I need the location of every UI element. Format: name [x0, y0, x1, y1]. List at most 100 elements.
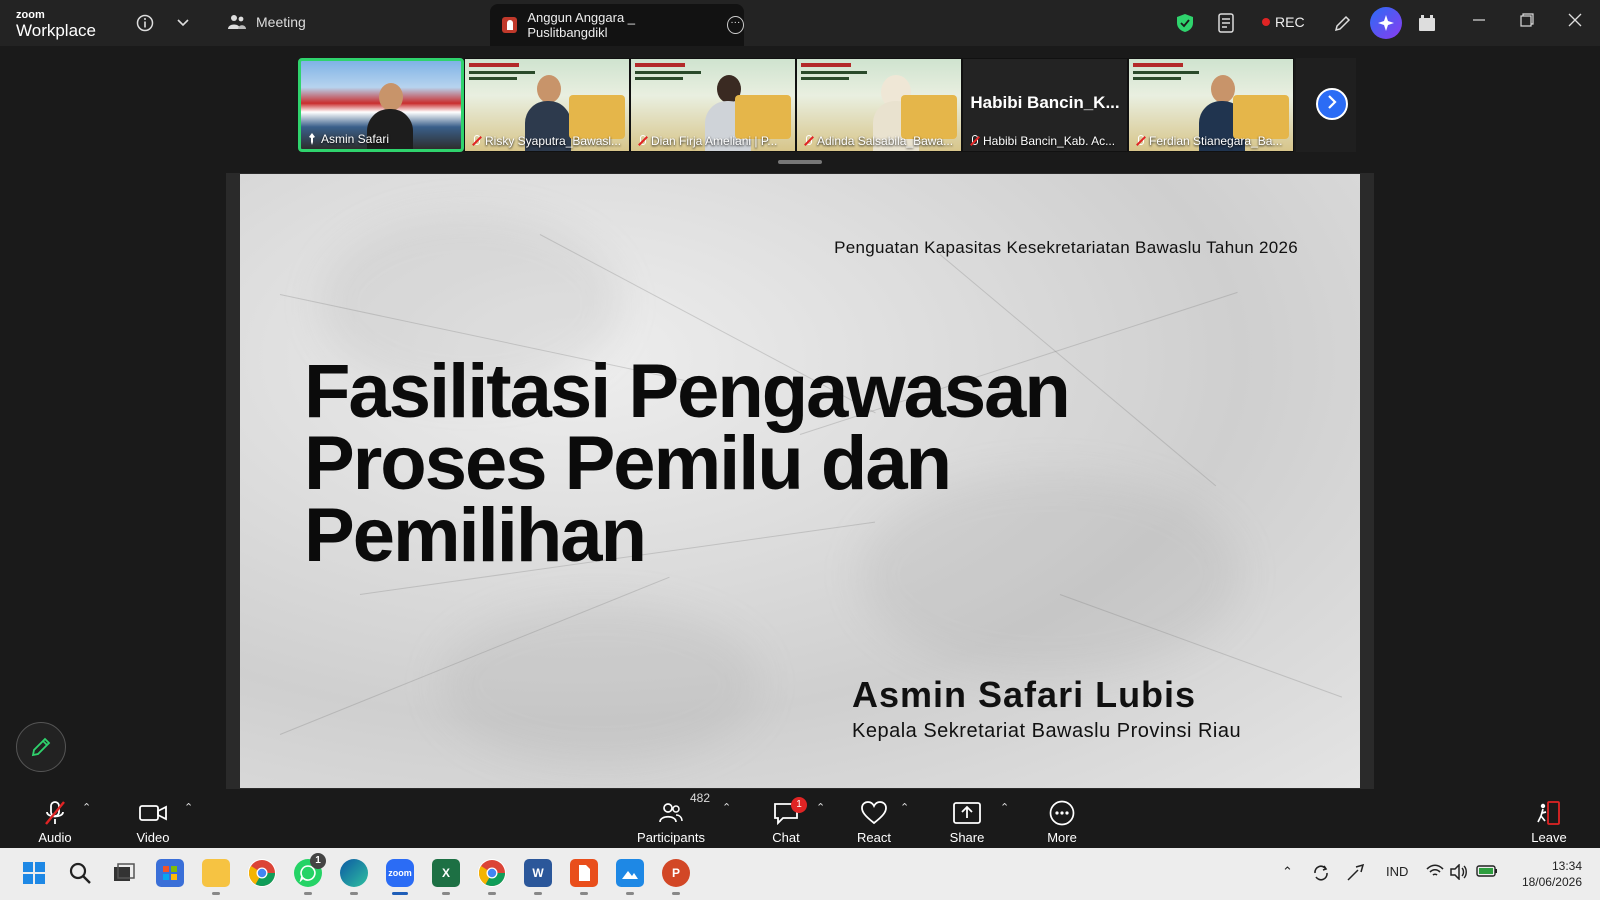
chat-label: Chat [772, 830, 800, 845]
notes-icon[interactable] [1216, 12, 1238, 34]
task-view-icon[interactable] [110, 859, 138, 887]
pdf-reader-icon[interactable] [570, 859, 598, 895]
strip-resize-handle[interactable] [778, 160, 822, 164]
language-indicator[interactable]: IND [1386, 864, 1408, 879]
chrome-icon[interactable] [248, 859, 276, 887]
annotate-button[interactable] [16, 722, 66, 772]
participants-options-caret-icon[interactable]: ⌃ [722, 801, 731, 814]
microsoft-store-icon[interactable] [156, 859, 184, 887]
file-explorer-icon[interactable] [202, 859, 230, 895]
video-tile[interactable]: Ferdian Stianegara_Ba... [1128, 58, 1294, 152]
powerpoint-icon[interactable]: P [662, 859, 690, 895]
recording-indicator[interactable]: REC [1262, 14, 1305, 30]
participants-icon [659, 803, 683, 823]
mic-muted-icon [471, 135, 481, 147]
battery-icon[interactable] [1476, 864, 1498, 881]
windows-taskbar: 1 zoom X W P ⌃ IND 13:34 18/06/2026 [0, 848, 1600, 900]
volume-icon[interactable] [1450, 863, 1468, 883]
meeting-label: Meeting [256, 14, 306, 30]
title-bar: zoom Workplace Meeting Anggun Anggara _ … [0, 0, 1600, 46]
leave-button[interactable]: Leave [1531, 795, 1567, 845]
audio-button[interactable]: Audio [34, 795, 76, 845]
leave-door-icon [1537, 801, 1560, 825]
audio-label: Audio [38, 830, 72, 845]
strip-next-button[interactable] [1316, 88, 1348, 120]
info-icon[interactable] [134, 12, 156, 34]
search-icon[interactable] [66, 859, 94, 887]
annotate-pen-icon[interactable] [1332, 12, 1354, 34]
close-button[interactable] [1564, 12, 1586, 34]
leave-label: Leave [1531, 830, 1567, 845]
participants-label: Participants [637, 830, 705, 845]
restore-button[interactable] [1516, 12, 1538, 34]
more-label: More [1047, 830, 1077, 845]
video-label: Video [136, 830, 170, 845]
mic-muted-icon [637, 135, 647, 147]
video-options-caret-icon[interactable]: ⌃ [184, 801, 193, 814]
mic-muted-icon [1135, 135, 1145, 147]
react-options-caret-icon[interactable]: ⌃ [900, 801, 909, 814]
show-hidden-icons-chevron-icon[interactable]: ⌃ [1282, 864, 1293, 880]
chat-button[interactable]: 1 Chat [770, 795, 807, 845]
slide-author: Asmin Safari Lubis [852, 674, 1197, 715]
windows-start-icon[interactable] [20, 859, 48, 887]
mic-muted-icon [969, 135, 979, 147]
participant-name: Ferdian Stianegara_Ba... [1149, 134, 1283, 148]
video-button[interactable]: Video [132, 795, 174, 845]
screen-share-tab[interactable]: Anggun Anggara _ Puslitbangdikl ··· [490, 4, 744, 46]
slide-event-caption: Penguatan Kapasitas Kesekretariatan Bawa… [834, 238, 1298, 257]
participant-display-name: Habibi Bancin_K... [970, 93, 1120, 112]
sparkle-icon [1378, 15, 1394, 31]
react-button[interactable]: React [856, 795, 892, 845]
more-button[interactable]: More [1046, 795, 1078, 845]
word-icon[interactable]: W [524, 859, 552, 895]
chat-unread-badge: 1 [791, 797, 807, 813]
clock-time: 13:34 [1551, 859, 1582, 873]
participant-name: Dian Firja Ameliani | P... [651, 134, 778, 148]
share-label: Share [949, 830, 985, 845]
video-tile[interactable]: Risky Syaputra_Bawasl... [464, 58, 630, 152]
photos-icon[interactable] [616, 859, 644, 895]
security-shield-icon[interactable] [1176, 13, 1194, 33]
react-label: React [857, 830, 891, 845]
heart-icon [861, 801, 887, 825]
more-dots-icon [1049, 800, 1075, 826]
chat-options-caret-icon[interactable]: ⌃ [816, 801, 825, 814]
zoom-logo: zoom Workplace [16, 10, 96, 40]
location-pen-icon[interactable] [1346, 863, 1366, 885]
share-options-caret-icon[interactable]: ⌃ [1000, 801, 1009, 814]
brand-bottom: Workplace [16, 21, 96, 40]
video-tile[interactable]: Habibi Bancin_K... Habibi Bancin_Kab. Ac… [962, 58, 1128, 152]
participant-name: Habibi Bancin_Kab. Ac... [983, 134, 1116, 148]
wifi-icon[interactable] [1426, 864, 1444, 881]
pin-icon [309, 133, 315, 145]
more-options-icon[interactable]: ··· [726, 16, 744, 34]
ai-companion-button[interactable] [1370, 7, 1402, 39]
audio-options-caret-icon[interactable]: ⌃ [82, 801, 91, 814]
slide-author-role: Kepala Sekretariat Bawaslu Provinsi Riau [852, 720, 1242, 742]
video-tile[interactable]: Asmin Safari [298, 58, 464, 152]
video-tile[interactable]: Adinda Salsabila_Bawa... [796, 58, 962, 152]
sync-icon[interactable] [1312, 864, 1330, 885]
chrome-profile-icon[interactable] [478, 859, 506, 895]
participant-name: Adinda Salsabila_Bawa... [817, 134, 954, 148]
chevron-down-icon[interactable] [172, 12, 194, 34]
share-button[interactable]: Share [950, 795, 984, 845]
zoom-app-icon[interactable]: zoom [386, 859, 414, 895]
rec-label: REC [1275, 14, 1305, 30]
mic-muted-icon [45, 801, 65, 825]
meeting-tab[interactable]: Meeting [228, 14, 306, 30]
participants-count: 482 [690, 791, 711, 805]
minimize-button[interactable] [1468, 12, 1490, 34]
whatsapp-badge: 1 [310, 853, 326, 869]
video-tile[interactable]: Dian Firja Ameliani | P... [630, 58, 796, 152]
shared-slide: Penguatan Kapasitas Kesekretariatan Bawa… [240, 174, 1360, 788]
share-screen-icon [953, 802, 981, 824]
mic-muted-icon [803, 135, 813, 147]
rec-dot-icon [1262, 18, 1270, 26]
system-clock[interactable]: 13:34 18/06/2026 [1522, 858, 1582, 890]
excel-icon[interactable]: X [432, 859, 460, 895]
apps-icon[interactable] [1416, 12, 1438, 34]
whatsapp-icon[interactable]: 1 [294, 853, 326, 895]
edge-icon[interactable] [340, 859, 368, 895]
